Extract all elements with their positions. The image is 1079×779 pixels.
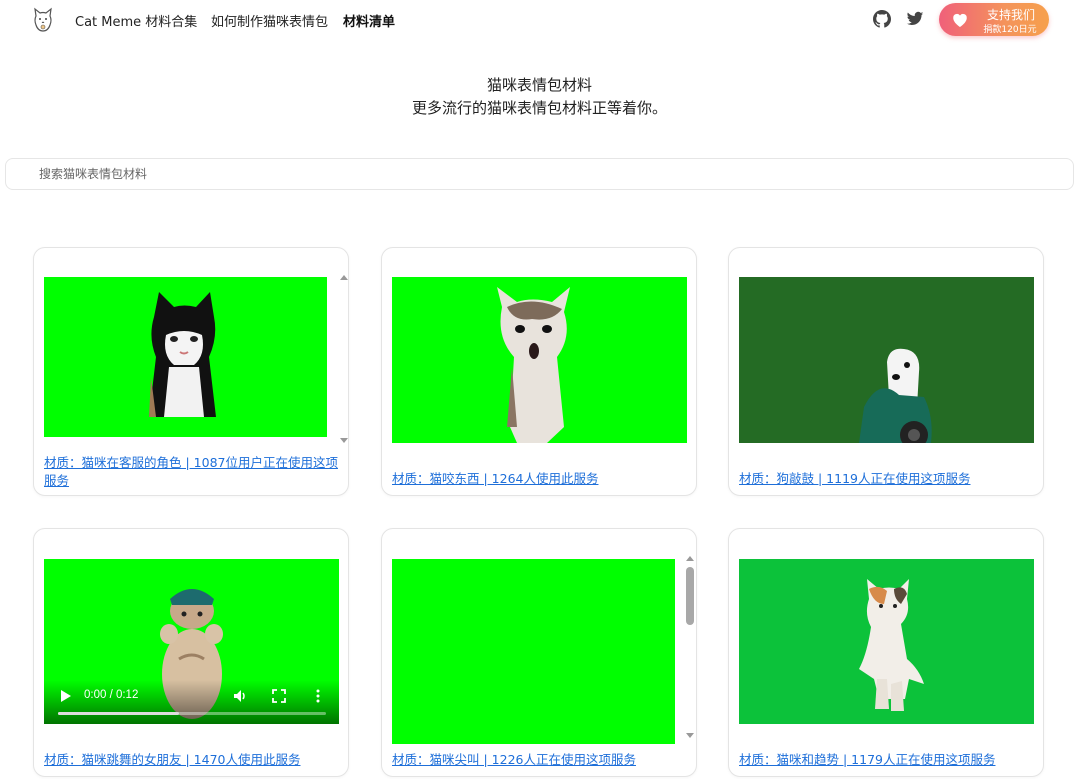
material-card: 0:00 / 0:12 材质：猫咪跳舞的女朋友 | 1470人使用此服务 — [33, 528, 349, 777]
nav-brand-link[interactable]: Cat Meme 材料合集 — [75, 11, 197, 30]
search-input[interactable] — [5, 158, 1074, 190]
more-icon[interactable] — [316, 688, 320, 704]
video-time: 0:00 / 0:12 — [84, 689, 139, 701]
video-progress-fill — [58, 712, 179, 715]
support-label: 支持我们 — [986, 8, 1035, 22]
volume-icon[interactable] — [232, 688, 248, 704]
media-preview[interactable] — [392, 559, 675, 744]
fullscreen-icon[interactable] — [272, 689, 286, 703]
video-controls: 0:00 / 0:12 — [44, 680, 339, 724]
card-caption-link[interactable]: 材质：猫咪在客服的角色 | 1087位用户正在使用这项服务 — [44, 454, 344, 490]
card-caption-link[interactable]: 材质：猫咪跳舞的女朋友 | 1470人使用此服务 — [44, 751, 344, 769]
material-card: 材质：猫咪尖叫 | 1226人正在使用这项服务 — [381, 528, 697, 777]
card-caption-link[interactable]: 材质：猫咪尖叫 | 1226人正在使用这项服务 — [392, 751, 692, 769]
video-progress-bar[interactable] — [58, 712, 326, 715]
card-caption-link[interactable]: 材质：狗敲鼓 | 1119人正在使用这项服务 — [739, 470, 1039, 488]
card-caption-link[interactable]: 材质：猫咬东西 | 1264人使用此服务 — [392, 470, 692, 488]
media-preview[interactable] — [392, 277, 687, 443]
page-title: 猫咪表情包材料 — [486, 76, 592, 94]
material-card: 材质：猫咪和趋势 | 1179人正在使用这项服务 — [728, 528, 1044, 777]
video-player[interactable]: 0:00 / 0:12 — [44, 559, 339, 724]
support-sublabel: 捐款120日元 — [983, 25, 1037, 35]
scrollbar[interactable] — [339, 275, 349, 443]
card-caption-link[interactable]: 材质：猫咪和趋势 | 1179人正在使用这项服务 — [739, 751, 1039, 769]
twitter-icon[interactable] — [906, 10, 924, 28]
nav-list-link[interactable]: 材料清单 — [343, 11, 395, 30]
material-card: 材质：猫咬东西 | 1264人使用此服务 — [381, 247, 697, 496]
play-icon[interactable] — [60, 689, 72, 703]
cat-logo-icon[interactable] — [31, 7, 55, 33]
media-preview[interactable] — [44, 277, 327, 437]
page-subtitle: 更多流行的猫咪表情包材料正等着你。 — [411, 99, 667, 117]
scrollbar-thumb[interactable] — [686, 567, 694, 625]
media-preview[interactable] — [739, 559, 1034, 724]
top-nav: Cat Meme 材料合集 如何制作猫咪表情包 材料清单 支持我们 捐款120日… — [0, 0, 1079, 40]
media-preview[interactable] — [739, 277, 1034, 443]
material-card: 材质：狗敲鼓 | 1119人正在使用这项服务 — [728, 247, 1044, 496]
support-us-button[interactable]: 支持我们 捐款120日元 — [939, 3, 1049, 36]
nav-howto-link[interactable]: 如何制作猫咪表情包 — [211, 11, 328, 30]
github-icon[interactable] — [873, 10, 891, 28]
scrollbar[interactable] — [685, 556, 695, 738]
heart-icon — [951, 11, 969, 28]
material-card: 材质：猫咪在客服的角色 | 1087位用户正在使用这项服务 — [33, 247, 349, 496]
